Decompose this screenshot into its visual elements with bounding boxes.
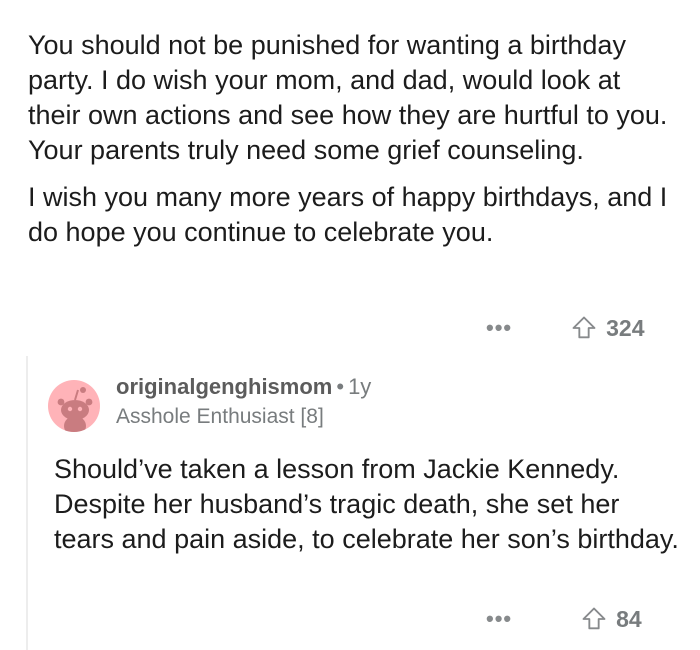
snoo-avatar-icon <box>57 387 93 432</box>
comment-paragraph-2: I wish you many more years of happy birt… <box>28 182 668 247</box>
avatar[interactable] <box>48 380 100 432</box>
comment-age: 1y <box>348 374 372 399</box>
comment-paragraph-1: You should not be punished for wanting a… <box>28 30 668 165</box>
reply-body: Should’ve taken a lesson from Jackie Ken… <box>54 454 679 554</box>
user-flair: Asshole Enthusiast [8] <box>116 405 324 428</box>
username-link[interactable]: originalgenghismom <box>116 374 332 399</box>
reply-comment: originalgenghismom • 1y Asshole Enthusiast… <box>48 373 688 557</box>
meta-separator: • <box>336 374 345 399</box>
more-options-icon[interactable]: ••• <box>486 606 512 632</box>
reply-meta: originalgenghismom • 1y Asshole Enthusiast… <box>116 373 371 431</box>
more-options-icon[interactable]: ••• <box>486 315 512 341</box>
vote-count: 84 <box>616 605 642 632</box>
upvote-icon <box>582 607 606 630</box>
reply-meta-line: originalgenghismom • 1y <box>116 373 371 401</box>
reply-comment-actions: ••• 84 <box>486 605 642 633</box>
parent-comment: You should not be punished for wanting a… <box>28 28 678 250</box>
upvote-button[interactable]: 324 <box>570 314 644 342</box>
vote-count: 324 <box>606 314 645 341</box>
upvote-button[interactable]: 84 <box>580 605 642 633</box>
parent-comment-actions: ••• 324 <box>486 314 644 342</box>
reply-header: originalgenghismom • 1y Asshole Enthusiast… <box>48 373 688 432</box>
upvote-icon <box>572 316 596 339</box>
thread-line[interactable] <box>26 356 28 650</box>
